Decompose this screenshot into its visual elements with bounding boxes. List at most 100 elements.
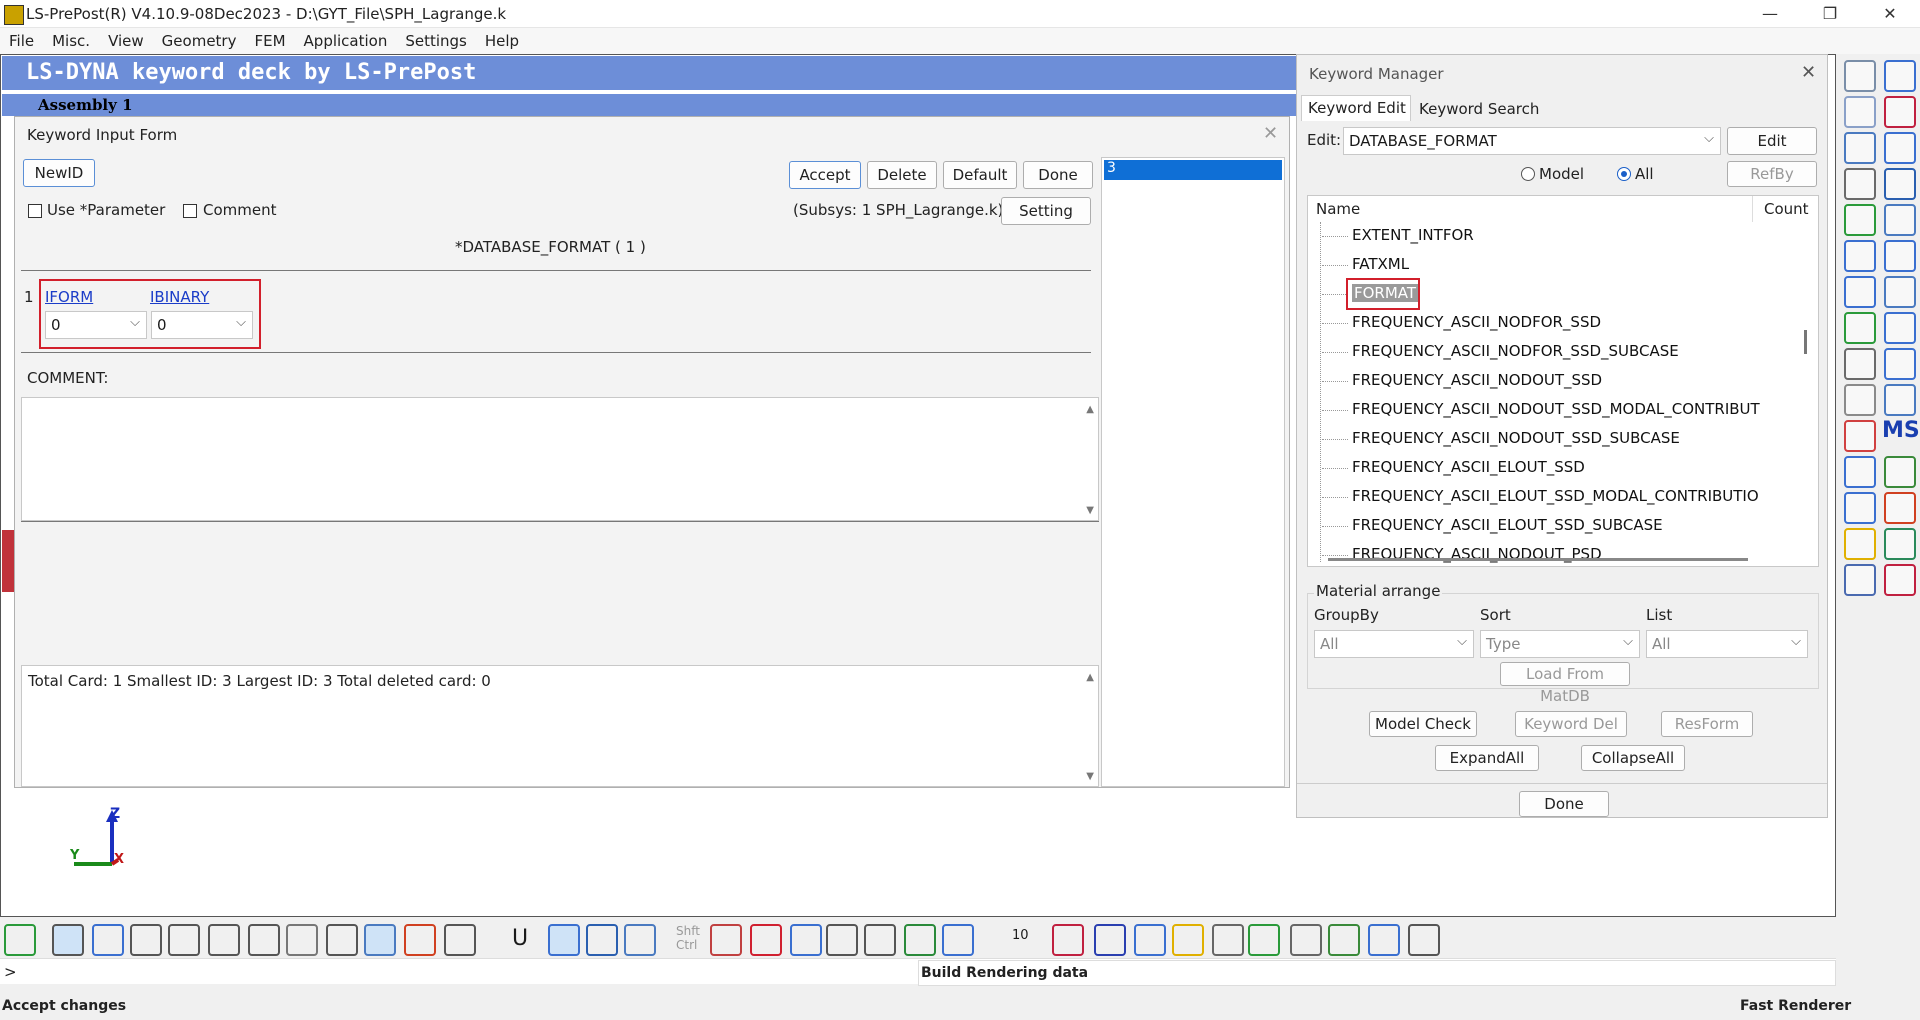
cube-icon[interactable]: [1844, 276, 1876, 308]
checker-icon[interactable]: [1212, 924, 1244, 956]
shft-ctrl-label[interactable]: Shft Ctrl: [676, 924, 706, 952]
outline-icon[interactable]: [208, 924, 240, 956]
shape-icon[interactable]: [1844, 132, 1876, 164]
id-list[interactable]: 3: [1101, 157, 1285, 787]
gears-icon[interactable]: [1844, 60, 1876, 92]
view-cube-icon[interactable]: [942, 924, 974, 956]
zoom-icon[interactable]: [790, 924, 822, 956]
collapse-all-button[interactable]: CollapseAll: [1581, 745, 1685, 771]
comment-checkbox[interactable]: [183, 204, 197, 218]
comment-textarea[interactable]: ▲ ▼: [21, 397, 1099, 521]
renum-icon[interactable]: [1884, 204, 1916, 236]
check-icon[interactable]: [1844, 204, 1876, 236]
rectangle-icon[interactable]: [1884, 384, 1916, 416]
reset-icon[interactable]: [864, 924, 896, 956]
maximize-button[interactable]: ❐: [1800, 0, 1860, 28]
contour-icon[interactable]: [444, 924, 476, 956]
done-button[interactable]: Done: [1023, 161, 1093, 189]
tree-item[interactable]: FREQUENCY_ASCII_ELOUT_SSD_SUBCASE: [1352, 516, 1663, 534]
tree-item[interactable]: FREQUENCY_ASCII_NODFOR_SSD_SUBCASE: [1352, 342, 1679, 360]
model-check-button[interactable]: Model Check: [1369, 711, 1477, 737]
speech-icon[interactable]: [1884, 456, 1916, 488]
tree-item[interactable]: FREQUENCY_ASCII_ELOUT_SSD_MODAL_CONTRIBU…: [1352, 487, 1759, 505]
keyword-tree[interactable]: Name Count EXTENT_INTFOR FATXML FORMAT FREQ…: [1307, 195, 1819, 567]
render-icon[interactable]: [4, 924, 36, 956]
u-label[interactable]: U: [512, 926, 528, 951]
tree-item[interactable]: FREQUENCY_ASCII_NODOUT_SSD_SUBCASE: [1352, 429, 1680, 447]
zoom-box-icon[interactable]: [826, 924, 858, 956]
plane-icon[interactable]: [1884, 132, 1916, 164]
tab-keyword-edit[interactable]: Keyword Edit: [1301, 95, 1411, 121]
settings-icon[interactable]: [1844, 168, 1876, 200]
close-window-button[interactable]: ✕: [1860, 0, 1920, 28]
load-from-matdb-button[interactable]: Load From MatDB: [1500, 662, 1630, 705]
grid-view-icon[interactable]: [326, 924, 358, 956]
resform-button[interactable]: ResForm: [1661, 711, 1753, 737]
tree-hscrollbar-thumb[interactable]: [1328, 558, 1748, 561]
select-icon[interactable]: [1844, 96, 1876, 128]
grid-icon[interactable]: [1884, 240, 1916, 272]
menu-file[interactable]: File: [0, 28, 43, 54]
ms-icon[interactable]: MS: [1882, 418, 1920, 443]
bulb-icon[interactable]: [1844, 528, 1876, 560]
mesh-view-icon[interactable]: [168, 924, 200, 956]
gear-icon[interactable]: [1290, 924, 1322, 956]
menu-settings[interactable]: Settings: [396, 28, 476, 54]
curve-icon[interactable]: [1884, 96, 1916, 128]
setting-button[interactable]: Setting: [1001, 197, 1091, 225]
nodes-icon[interactable]: [1844, 564, 1876, 596]
hidden-icon[interactable]: [130, 924, 162, 956]
tab-keyword-search[interactable]: Keyword Search: [1411, 97, 1541, 121]
check-list-icon[interactable]: [1844, 312, 1876, 344]
add-icon[interactable]: [750, 924, 782, 956]
edit-button[interactable]: Edit: [1727, 127, 1817, 155]
tree-scrollbar-thumb[interactable]: [1804, 330, 1807, 354]
solid-mesh-icon[interactable]: [364, 924, 396, 956]
edit-keyword-select[interactable]: DATABASE_FORMAT ⌵: [1343, 127, 1721, 155]
scroll-up-icon[interactable]: ▲: [1086, 672, 1094, 683]
wireframe-icon[interactable]: [52, 924, 84, 956]
expand-all-button[interactable]: ExpandAll: [1435, 745, 1539, 771]
burst-icon[interactable]: [1884, 492, 1916, 524]
model-radio[interactable]: [1521, 167, 1535, 181]
box-icon[interactable]: [1844, 456, 1876, 488]
table-icon[interactable]: [1884, 312, 1916, 344]
element-icon[interactable]: [1884, 276, 1916, 308]
tree-item[interactable]: FATXML: [1352, 255, 1409, 273]
window-icon[interactable]: [1844, 492, 1876, 524]
chart-icon[interactable]: [1368, 924, 1400, 956]
solid-icon[interactable]: [1884, 168, 1916, 200]
gears-icon[interactable]: [1328, 924, 1360, 956]
tree-item[interactable]: FREQUENCY_ASCII_NODFOR_SSD: [1352, 313, 1601, 331]
play-icon[interactable]: [1248, 924, 1280, 956]
shaded-icon[interactable]: [92, 924, 124, 956]
default-button[interactable]: Default: [943, 161, 1017, 189]
kif-close-icon[interactable]: ✕: [1263, 123, 1278, 144]
home-icon[interactable]: [1134, 924, 1166, 956]
menu-help[interactable]: Help: [476, 28, 528, 54]
tree-item[interactable]: FREQUENCY_ASCII_ELOUT_SSD: [1352, 458, 1585, 476]
edge-icon[interactable]: [248, 924, 280, 956]
solid-cube-icon[interactable]: [586, 924, 618, 956]
cross-icon[interactable]: [1884, 564, 1916, 596]
minimize-button[interactable]: —: [1740, 0, 1800, 28]
menu-fem[interactable]: FEM: [245, 28, 294, 54]
groupby-select[interactable]: All ⌵: [1314, 630, 1474, 658]
cube-solid-icon[interactable]: [1094, 924, 1126, 956]
tree-item[interactable]: FREQUENCY_ASCII_NODOUT_SSD_MODAL_CONTRIB…: [1352, 400, 1760, 418]
delete-button[interactable]: Delete: [867, 161, 937, 189]
keyword-del-button[interactable]: Keyword Del: [1515, 711, 1627, 737]
scroll-down-icon[interactable]: ▼: [1086, 771, 1094, 782]
menu-geometry[interactable]: Geometry: [153, 28, 246, 54]
list-select[interactable]: All ⌵: [1646, 630, 1808, 658]
scroll-up-icon[interactable]: ▲: [1086, 404, 1094, 415]
km-done-button[interactable]: Done: [1519, 791, 1609, 817]
mesh-icon[interactable]: [1844, 240, 1876, 272]
newid-button[interactable]: NewID: [23, 159, 95, 187]
sketch-icon[interactable]: [1884, 60, 1916, 92]
monitor-icon[interactable]: [1884, 348, 1916, 380]
menu-application[interactable]: Application: [295, 28, 397, 54]
transparent-cube-icon[interactable]: [624, 924, 656, 956]
tree-icon[interactable]: [1408, 924, 1440, 956]
gear-icon[interactable]: [1844, 348, 1876, 380]
